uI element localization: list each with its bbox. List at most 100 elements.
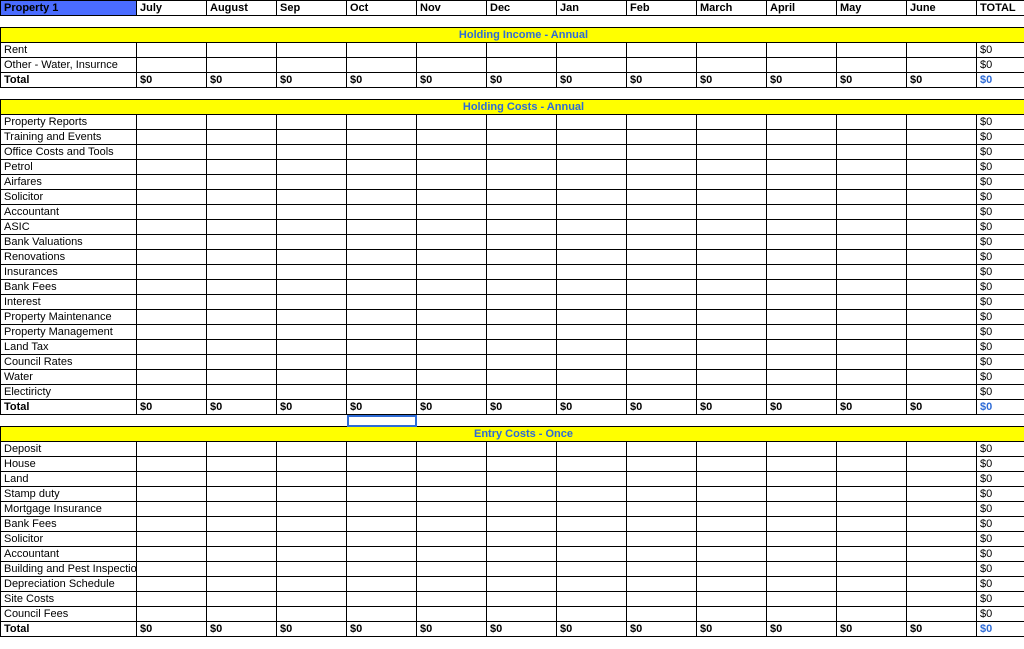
- data-cell[interactable]: [487, 577, 557, 592]
- data-cell[interactable]: [137, 547, 207, 562]
- total-cell[interactable]: $0: [837, 400, 907, 415]
- data-cell[interactable]: [487, 58, 557, 73]
- data-cell[interactable]: [557, 280, 627, 295]
- data-cell[interactable]: [277, 517, 347, 532]
- data-cell[interactable]: [767, 130, 837, 145]
- data-cell[interactable]: [627, 130, 697, 145]
- data-cell[interactable]: [697, 145, 767, 160]
- data-cell[interactable]: [907, 220, 977, 235]
- data-cell[interactable]: [417, 517, 487, 532]
- data-cell[interactable]: [137, 160, 207, 175]
- data-cell[interactable]: [837, 43, 907, 58]
- data-cell[interactable]: [697, 280, 767, 295]
- data-cell[interactable]: [627, 577, 697, 592]
- data-cell[interactable]: [557, 577, 627, 592]
- data-cell[interactable]: [417, 592, 487, 607]
- data-cell[interactable]: [767, 205, 837, 220]
- row-label[interactable]: Insurances: [1, 265, 137, 280]
- data-cell[interactable]: [347, 532, 417, 547]
- data-cell[interactable]: [207, 115, 277, 130]
- data-cell[interactable]: [837, 577, 907, 592]
- row-total-cell[interactable]: $0: [977, 355, 1024, 370]
- data-cell[interactable]: [907, 295, 977, 310]
- data-cell[interactable]: [837, 457, 907, 472]
- data-cell[interactable]: [697, 385, 767, 400]
- data-cell[interactable]: [207, 175, 277, 190]
- row-label[interactable]: ASIC: [1, 220, 137, 235]
- data-cell[interactable]: [277, 310, 347, 325]
- data-cell[interactable]: [207, 487, 277, 502]
- row-label[interactable]: Building and Pest Inspection: [1, 562, 137, 577]
- data-cell[interactable]: [837, 205, 907, 220]
- data-cell[interactable]: [557, 295, 627, 310]
- data-cell[interactable]: [347, 115, 417, 130]
- row-total-cell[interactable]: $0: [977, 487, 1024, 502]
- data-cell[interactable]: [557, 355, 627, 370]
- data-cell[interactable]: [487, 340, 557, 355]
- data-cell[interactable]: [137, 43, 207, 58]
- data-cell[interactable]: [557, 517, 627, 532]
- data-cell[interactable]: [417, 58, 487, 73]
- data-cell[interactable]: [347, 577, 417, 592]
- row-total-cell[interactable]: $0: [977, 547, 1024, 562]
- data-cell[interactable]: [767, 115, 837, 130]
- data-cell[interactable]: [697, 532, 767, 547]
- data-cell[interactable]: [627, 115, 697, 130]
- data-cell[interactable]: [767, 607, 837, 622]
- data-cell[interactable]: [907, 43, 977, 58]
- data-cell[interactable]: [207, 517, 277, 532]
- data-cell[interactable]: [487, 250, 557, 265]
- data-cell[interactable]: [207, 385, 277, 400]
- row-total-cell[interactable]: $0: [977, 577, 1024, 592]
- data-cell[interactable]: [837, 562, 907, 577]
- data-cell[interactable]: [697, 562, 767, 577]
- data-cell[interactable]: [837, 472, 907, 487]
- data-cell[interactable]: [907, 250, 977, 265]
- row-total-cell[interactable]: $0: [977, 502, 1024, 517]
- row-total-cell[interactable]: $0: [977, 115, 1024, 130]
- total-header-cell[interactable]: TOTAL: [977, 1, 1024, 16]
- data-cell[interactable]: [697, 607, 767, 622]
- data-cell[interactable]: [557, 385, 627, 400]
- data-cell[interactable]: [907, 385, 977, 400]
- data-cell[interactable]: [627, 370, 697, 385]
- data-cell[interactable]: [277, 220, 347, 235]
- data-cell[interactable]: [487, 43, 557, 58]
- data-cell[interactable]: [417, 310, 487, 325]
- data-cell[interactable]: [417, 130, 487, 145]
- row-label[interactable]: Council Rates: [1, 355, 137, 370]
- data-cell[interactable]: [417, 577, 487, 592]
- data-cell[interactable]: [907, 592, 977, 607]
- data-cell[interactable]: [767, 175, 837, 190]
- data-cell[interactable]: [347, 43, 417, 58]
- empty-cell[interactable]: [487, 415, 557, 427]
- data-cell[interactable]: [137, 250, 207, 265]
- row-label[interactable]: Renovations: [1, 250, 137, 265]
- month-header-cell[interactable]: Dec: [487, 1, 557, 16]
- data-cell[interactable]: [207, 43, 277, 58]
- data-cell[interactable]: [417, 280, 487, 295]
- data-cell[interactable]: [557, 115, 627, 130]
- data-cell[interactable]: [487, 442, 557, 457]
- data-cell[interactable]: [837, 250, 907, 265]
- data-cell[interactable]: [487, 115, 557, 130]
- data-cell[interactable]: [137, 562, 207, 577]
- data-cell[interactable]: [627, 457, 697, 472]
- total-cell[interactable]: $0: [277, 73, 347, 88]
- data-cell[interactable]: [487, 205, 557, 220]
- data-cell[interactable]: [347, 130, 417, 145]
- data-cell[interactable]: [277, 370, 347, 385]
- data-cell[interactable]: [697, 43, 767, 58]
- data-cell[interactable]: [837, 280, 907, 295]
- row-label[interactable]: Petrol: [1, 160, 137, 175]
- total-cell[interactable]: $0: [137, 400, 207, 415]
- data-cell[interactable]: [417, 115, 487, 130]
- data-cell[interactable]: [907, 472, 977, 487]
- total-cell[interactable]: $0: [347, 400, 417, 415]
- data-cell[interactable]: [627, 472, 697, 487]
- data-cell[interactable]: [277, 532, 347, 547]
- data-cell[interactable]: [207, 250, 277, 265]
- data-cell[interactable]: [557, 43, 627, 58]
- data-cell[interactable]: [137, 145, 207, 160]
- row-label[interactable]: Council Fees: [1, 607, 137, 622]
